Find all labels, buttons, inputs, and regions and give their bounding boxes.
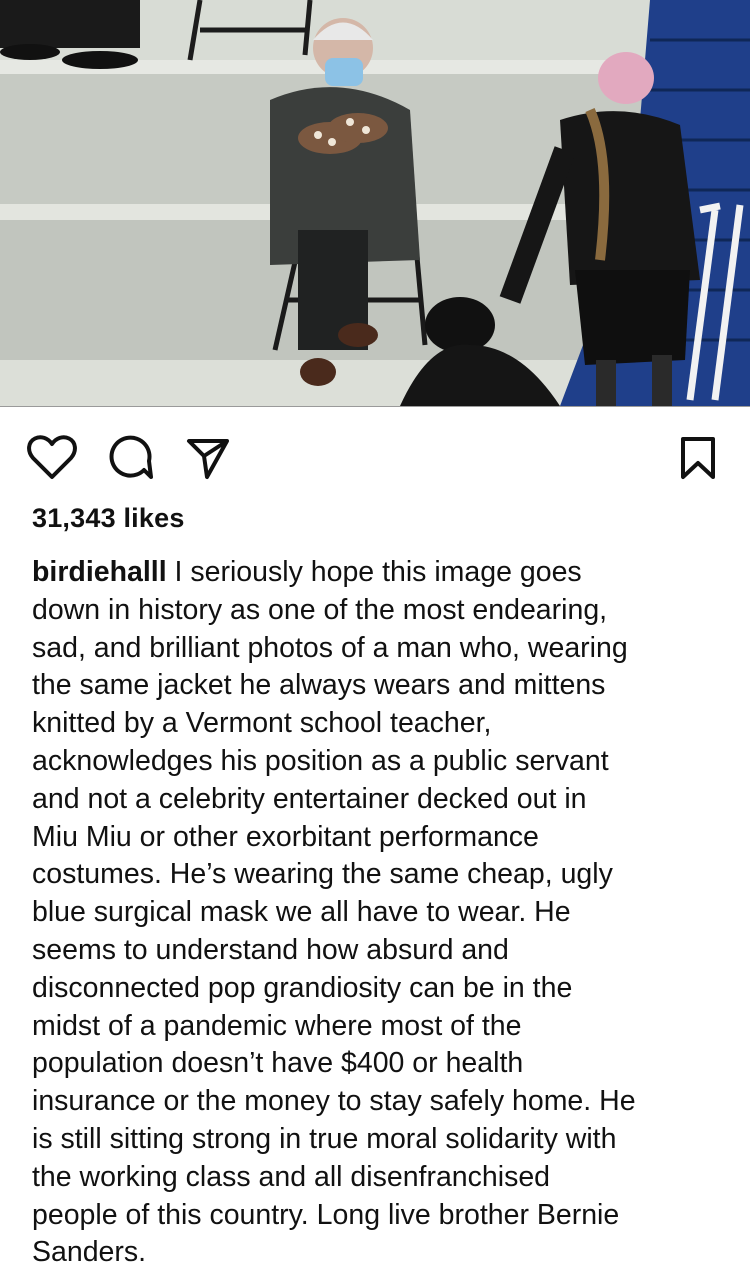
post-photo[interactable] [0,0,750,407]
caption-line: Sanders. [32,1236,147,1269]
username-link[interactable]: birdiehalll [32,556,167,588]
like-button[interactable] [24,430,80,486]
caption-line: down in history as one of the most endea… [32,593,608,626]
caption-line: Miu Miu or other exorbitant performance [32,820,539,853]
comment-button[interactable] [102,430,158,486]
caption-line: is still sitting strong in true moral so… [32,1122,617,1155]
save-button[interactable] [670,430,726,486]
caption-line: acknowledges his position as a public se… [32,744,609,777]
caption-line: people of this country. Long live brothe… [32,1198,620,1231]
caption-line: midst of a pandemic where most of the [32,1009,522,1042]
caption-line: insurance or the money to stay safely ho… [32,1085,636,1118]
caption-line: seems to understand how absurd and [32,933,509,966]
photo-illustration [0,0,750,406]
caption-line: knitted by a Vermont school teacher, [32,707,492,740]
caption-line: disconnected pop grandiosity can be in t… [32,971,573,1004]
share-button[interactable] [180,430,236,486]
paper-plane-icon [187,439,229,479]
post-caption: birdiehalll I seriously hope this image … [32,554,732,1272]
caption-line: sad, and brilliant photos of a man who, … [32,631,628,664]
caption-line: the same jacket he always wears and mitt… [32,669,606,702]
caption-line: the working class and all disenfranchise… [32,1160,551,1193]
caption-line: birdiehalll I seriously hope this image … [32,554,732,592]
likes-count[interactable]: 31,343 likes [32,503,185,534]
caption-line-text: I seriously hope this image goes [166,556,582,588]
caption-line: population doesn’t have $400 or health [32,1047,524,1080]
caption-line: and not a celebrity entertainer decked o… [32,782,587,815]
caption-line: blue surgical mask we all have to wear. … [32,896,571,929]
caption-line: costumes. He’s wearing the same cheap, u… [32,858,613,891]
comment-bubble-icon [109,435,153,479]
bookmark-icon [681,437,715,479]
heart-icon [27,435,77,479]
post-action-bar [0,430,750,486]
